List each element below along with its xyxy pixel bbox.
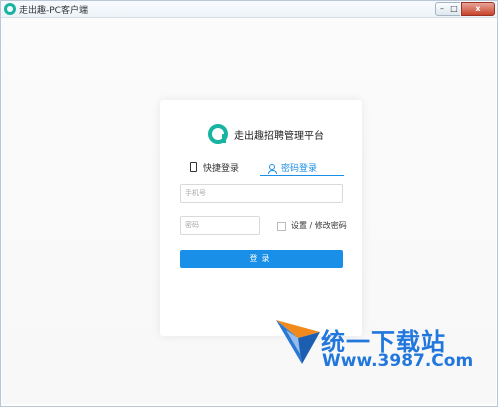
login-button[interactable]: 登录 bbox=[180, 250, 343, 268]
brand-logo-icon bbox=[208, 124, 228, 144]
tab-quick-login-label: 快捷登录 bbox=[203, 164, 240, 174]
brand-title: 走出趣招聘管理平台 bbox=[234, 131, 324, 142]
window-title: 走出趣-PC客户端 bbox=[19, 6, 88, 16]
watermark-logo-icon bbox=[276, 320, 320, 364]
tab-password-login-label: 密码登录 bbox=[281, 164, 318, 174]
maximize-button[interactable]: □ bbox=[448, 2, 460, 16]
active-tab-indicator bbox=[260, 175, 344, 176]
titlebar: 走出趣-PC客户端 – □ x bbox=[1, 1, 497, 18]
phone-icon bbox=[190, 162, 197, 172]
close-button[interactable]: x bbox=[461, 2, 495, 16]
password-input[interactable]: 密码 bbox=[180, 216, 260, 235]
phone-input[interactable]: 手机号 bbox=[180, 184, 343, 203]
app-window: 走出趣-PC客户端 – □ x 走出趣招聘管理平台 快捷登录 密码登录 手机号 … bbox=[0, 0, 498, 407]
set-password-label[interactable]: 设置 / 修改密码 bbox=[291, 220, 347, 231]
login-card: 走出趣招聘管理平台 快捷登录 密码登录 手机号 密码 设置 / 修改密码 登录 bbox=[160, 100, 362, 336]
tab-quick-login[interactable]: 快捷登录 bbox=[190, 161, 239, 174]
tab-password-login[interactable]: 密码登录 bbox=[268, 161, 317, 174]
watermark-url: Www.3987.Com bbox=[322, 351, 474, 371]
app-logo-icon bbox=[4, 3, 16, 15]
main-content: 走出趣招聘管理平台 快捷登录 密码登录 手机号 密码 设置 / 修改密码 登录 … bbox=[2, 18, 496, 404]
minimize-button[interactable]: – bbox=[435, 2, 449, 16]
set-password-checkbox[interactable] bbox=[277, 222, 286, 231]
user-icon bbox=[268, 164, 277, 174]
